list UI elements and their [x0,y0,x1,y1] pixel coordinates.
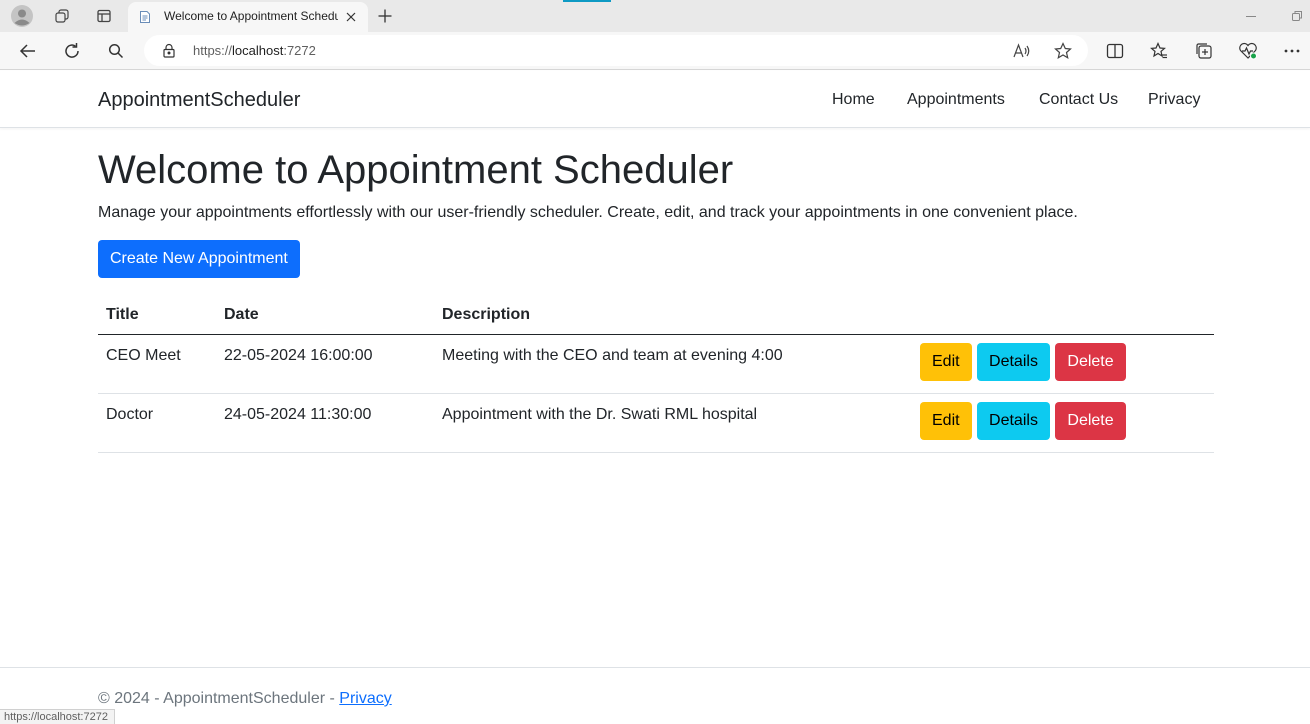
refresh-icon[interactable] [59,39,85,63]
minimize-window-icon[interactable] [1243,8,1259,24]
appointments-table: Title Date Description CEO Meet 22-05-20… [98,297,1214,453]
footer-copyright: © 2024 - AppointmentScheduler - [98,690,340,707]
back-icon[interactable] [15,39,41,63]
browser-tab-strip: Welcome to Appointment Scheduler [0,0,1310,32]
workspaces-icon[interactable] [48,4,76,28]
lock-icon[interactable] [162,43,176,58]
browser-toolbar: https://localhost:7272 [0,32,1310,70]
table-header-row: Title Date Description [98,297,1214,335]
cell-actions: Edit Details Delete [912,393,1214,453]
profile-avatar-icon[interactable] [8,4,36,28]
status-bar-url: https://localhost:7272 [0,709,115,724]
delete-button[interactable]: Delete [1055,401,1126,440]
more-options-icon[interactable] [1279,39,1305,63]
column-header-actions [912,297,1214,335]
split-screen-icon[interactable] [1102,39,1128,63]
nav-link-contact-us[interactable]: Contact Us [1039,91,1118,109]
collections-icon[interactable] [1191,39,1217,63]
edit-button[interactable]: Edit [920,342,972,381]
browser-tab-active[interactable]: Welcome to Appointment Scheduler [128,2,368,32]
table-row: Doctor 24-05-2024 11:30:00 Appointment w… [98,393,1214,453]
cell-title: CEO Meet [98,334,216,394]
edit-button[interactable]: Edit [920,401,972,440]
cell-date: 24-05-2024 11:30:00 [216,393,434,453]
site-footer: © 2024 - AppointmentScheduler - Privacy [0,667,1310,724]
nav-link-privacy[interactable]: Privacy [1148,91,1200,109]
read-aloud-icon[interactable] [1012,41,1032,61]
new-tab-icon[interactable] [374,5,396,27]
restore-window-icon[interactable] [1289,8,1305,24]
footer-privacy-link[interactable]: Privacy [339,690,391,707]
page-description: Manage your appointments effortlessly wi… [98,204,1078,221]
tab-title: Welcome to Appointment Scheduler [164,9,338,23]
page-favicon-icon [138,10,152,24]
navbar-brand[interactable]: AppointmentScheduler [98,89,300,112]
vertical-tabs-icon[interactable] [90,4,118,28]
cell-date: 22-05-2024 16:00:00 [216,334,434,394]
table-row: CEO Meet 22-05-2024 16:00:00 Meeting wit… [98,334,1214,394]
cell-description: Meeting with the CEO and team at evening… [434,334,912,394]
column-header-description: Description [434,297,912,335]
favorite-star-icon[interactable] [1053,41,1073,61]
search-icon[interactable] [103,39,129,63]
cell-description: Appointment with the Dr. Swati RML hospi… [434,393,912,453]
nav-link-home[interactable]: Home [832,91,875,109]
column-header-date: Date [216,297,434,335]
tab-strip-accent [563,0,611,2]
address-url: https://localhost:7272 [193,43,316,58]
tab-close-icon[interactable] [342,8,360,26]
address-bar[interactable]: https://localhost:7272 [144,35,1088,66]
favorites-icon[interactable] [1146,39,1172,63]
column-header-title: Title [98,297,216,335]
create-appointment-button[interactable]: Create New Appointment [98,240,300,278]
browser-essentials-icon[interactable] [1235,39,1261,63]
details-button[interactable]: Details [977,342,1050,381]
delete-button[interactable]: Delete [1055,342,1126,381]
details-button[interactable]: Details [977,401,1050,440]
site-navbar: AppointmentScheduler Home Appointments C… [0,71,1310,128]
cell-title: Doctor [98,393,216,453]
page-title: Welcome to Appointment Scheduler [98,148,734,192]
cell-actions: Edit Details Delete [912,334,1214,394]
footer-text: © 2024 - AppointmentScheduler - Privacy [98,690,392,708]
nav-link-appointments[interactable]: Appointments [907,91,1005,109]
